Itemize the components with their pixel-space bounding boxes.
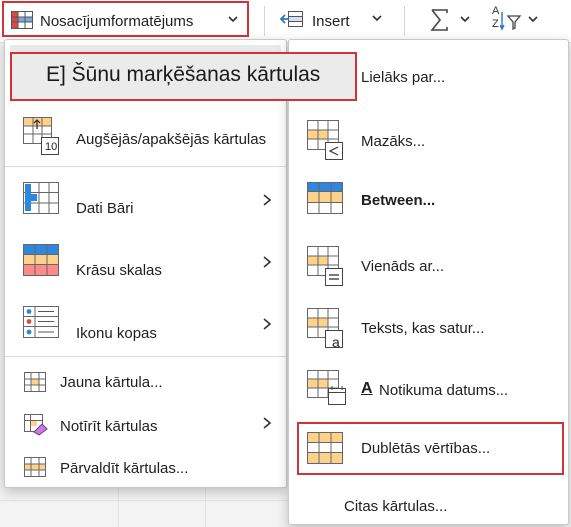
clear-rules-eraser-icon bbox=[24, 414, 48, 441]
chevron-right-icon bbox=[262, 317, 272, 336]
divider bbox=[404, 6, 405, 36]
between-icon bbox=[307, 182, 343, 219]
menu-item-clear-rules[interactable]: Notīrīt kārtulas bbox=[5, 408, 286, 444]
chevron-right-icon bbox=[262, 255, 272, 274]
chevron-right-icon bbox=[262, 416, 272, 435]
equal-to-icon bbox=[307, 246, 343, 291]
text-contains-symbol: a bbox=[332, 334, 340, 350]
less-than-icon bbox=[307, 120, 343, 165]
submenu-item-duplicate-values[interactable]: Dublētās vērtības... bbox=[289, 424, 568, 474]
menu-item-color-scales[interactable]: Krāsu skalas bbox=[5, 230, 286, 292]
submenu-item-date-occurring[interactable]: A Notikuma datums... bbox=[289, 360, 568, 420]
sort-filter-button[interactable]: A Z bbox=[490, 5, 546, 39]
highlight-cells-rules-submenu: Lielāks par... Mazāks... Between... Vien… bbox=[288, 39, 569, 525]
menu-item-data-bars[interactable]: Dati Bāri bbox=[5, 168, 286, 230]
chevron-down-icon bbox=[526, 12, 540, 31]
menu-item-top-bottom-rules[interactable]: 10 Augšējās/apakšējās kārtulas bbox=[5, 104, 286, 166]
autosum-button[interactable] bbox=[428, 6, 478, 36]
conditional-formatting-menu: E] Šūnu marķēšanas kārtulas 10 Augšējās/… bbox=[4, 39, 357, 488]
ribbon: Nosacījumformatējums Insert A Z bbox=[0, 0, 571, 43]
chevron-down-icon bbox=[458, 12, 472, 31]
chevron-down-icon bbox=[226, 12, 240, 31]
icon-sets-icon bbox=[23, 306, 59, 343]
menu-item-icon-sets[interactable]: Ikonu kopas bbox=[5, 292, 286, 356]
submenu-item-label: Dublētās vērtības... bbox=[361, 440, 491, 457]
submenu-item-label: Between... bbox=[361, 192, 436, 209]
insert-cells-icon bbox=[279, 10, 304, 33]
conditional-formatting-icon bbox=[11, 11, 33, 34]
menu-item-manage-rules[interactable]: Pārvaldīt kārtulas... bbox=[5, 450, 286, 486]
manage-rules-icon bbox=[24, 457, 46, 482]
menu-item-label: Notīrīt kārtulas bbox=[60, 418, 158, 435]
date-occurring-letter: A bbox=[361, 380, 373, 397]
menu-item-label: Pārvaldīt kārtulas... bbox=[60, 460, 189, 477]
chevron-right-icon bbox=[262, 193, 272, 212]
conditional-formatting-button[interactable]: Nosacījumformatējums bbox=[2, 1, 249, 37]
conditional-formatting-label: Nosacījumformatējums bbox=[40, 13, 194, 30]
sort-az-letter-a: A bbox=[492, 5, 500, 17]
submenu-item-between[interactable]: Between... bbox=[289, 174, 568, 234]
menu-item-label: Dati Bāri bbox=[76, 200, 134, 217]
insert-label: Insert bbox=[312, 13, 350, 30]
insert-button[interactable]: Insert bbox=[276, 6, 386, 36]
submenu-item-label: Lielāks par... bbox=[361, 69, 446, 86]
submenu-item-less-than[interactable]: Mazāks... bbox=[289, 110, 568, 170]
sigma-icon bbox=[428, 6, 452, 39]
menu-item-label: Jauna kārtula... bbox=[60, 374, 163, 391]
top-bottom-number-label: 10 bbox=[45, 141, 58, 153]
menu-separator bbox=[5, 166, 286, 167]
menu-item-label: Krāsu skalas bbox=[76, 262, 162, 279]
submenu-item-label: Citas kārtulas... bbox=[344, 498, 448, 515]
submenu-item-label: Teksts, kas satur... bbox=[361, 320, 485, 337]
date-occurring-calendar-icon bbox=[307, 370, 347, 411]
sort-filter-icon bbox=[499, 10, 522, 39]
divider bbox=[264, 6, 265, 36]
sheet-gridline bbox=[0, 500, 290, 501]
submenu-item-label: Mazāks... bbox=[361, 133, 426, 150]
chevron-down-icon bbox=[370, 11, 384, 30]
submenu-item-more-rules[interactable]: Citas kārtulas... bbox=[289, 490, 568, 522]
highlight-annotation-box: E] Šūnu marķēšanas kārtulas bbox=[10, 52, 357, 101]
sort-az-letter-z: Z bbox=[492, 18, 499, 30]
duplicate-values-icon bbox=[307, 432, 343, 469]
menu-item-label: E] Šūnu marķēšanas kārtulas bbox=[46, 63, 321, 86]
new-rule-icon bbox=[24, 372, 46, 397]
sheet-gridline bbox=[205, 486, 206, 527]
menu-item-label: Augšējās/apakšējās kārtulas bbox=[76, 131, 267, 148]
data-bars-icon bbox=[23, 182, 59, 219]
menu-separator bbox=[5, 356, 286, 357]
submenu-item-text-contains[interactable]: a Teksts, kas satur... bbox=[289, 298, 568, 360]
sheet-gridline bbox=[118, 486, 119, 527]
menu-item-label: Ikonu kopas bbox=[76, 325, 157, 342]
submenu-item-label: Vienāds ar... bbox=[361, 258, 445, 275]
submenu-item-label: Notikuma datums... bbox=[379, 382, 509, 399]
top-bottom-rules-icon bbox=[23, 117, 59, 162]
submenu-item-equal-to[interactable]: Vienāds ar... bbox=[289, 236, 568, 298]
menu-item-new-rule[interactable]: Jauna kārtula... bbox=[5, 366, 286, 400]
color-scales-icon bbox=[23, 244, 59, 281]
